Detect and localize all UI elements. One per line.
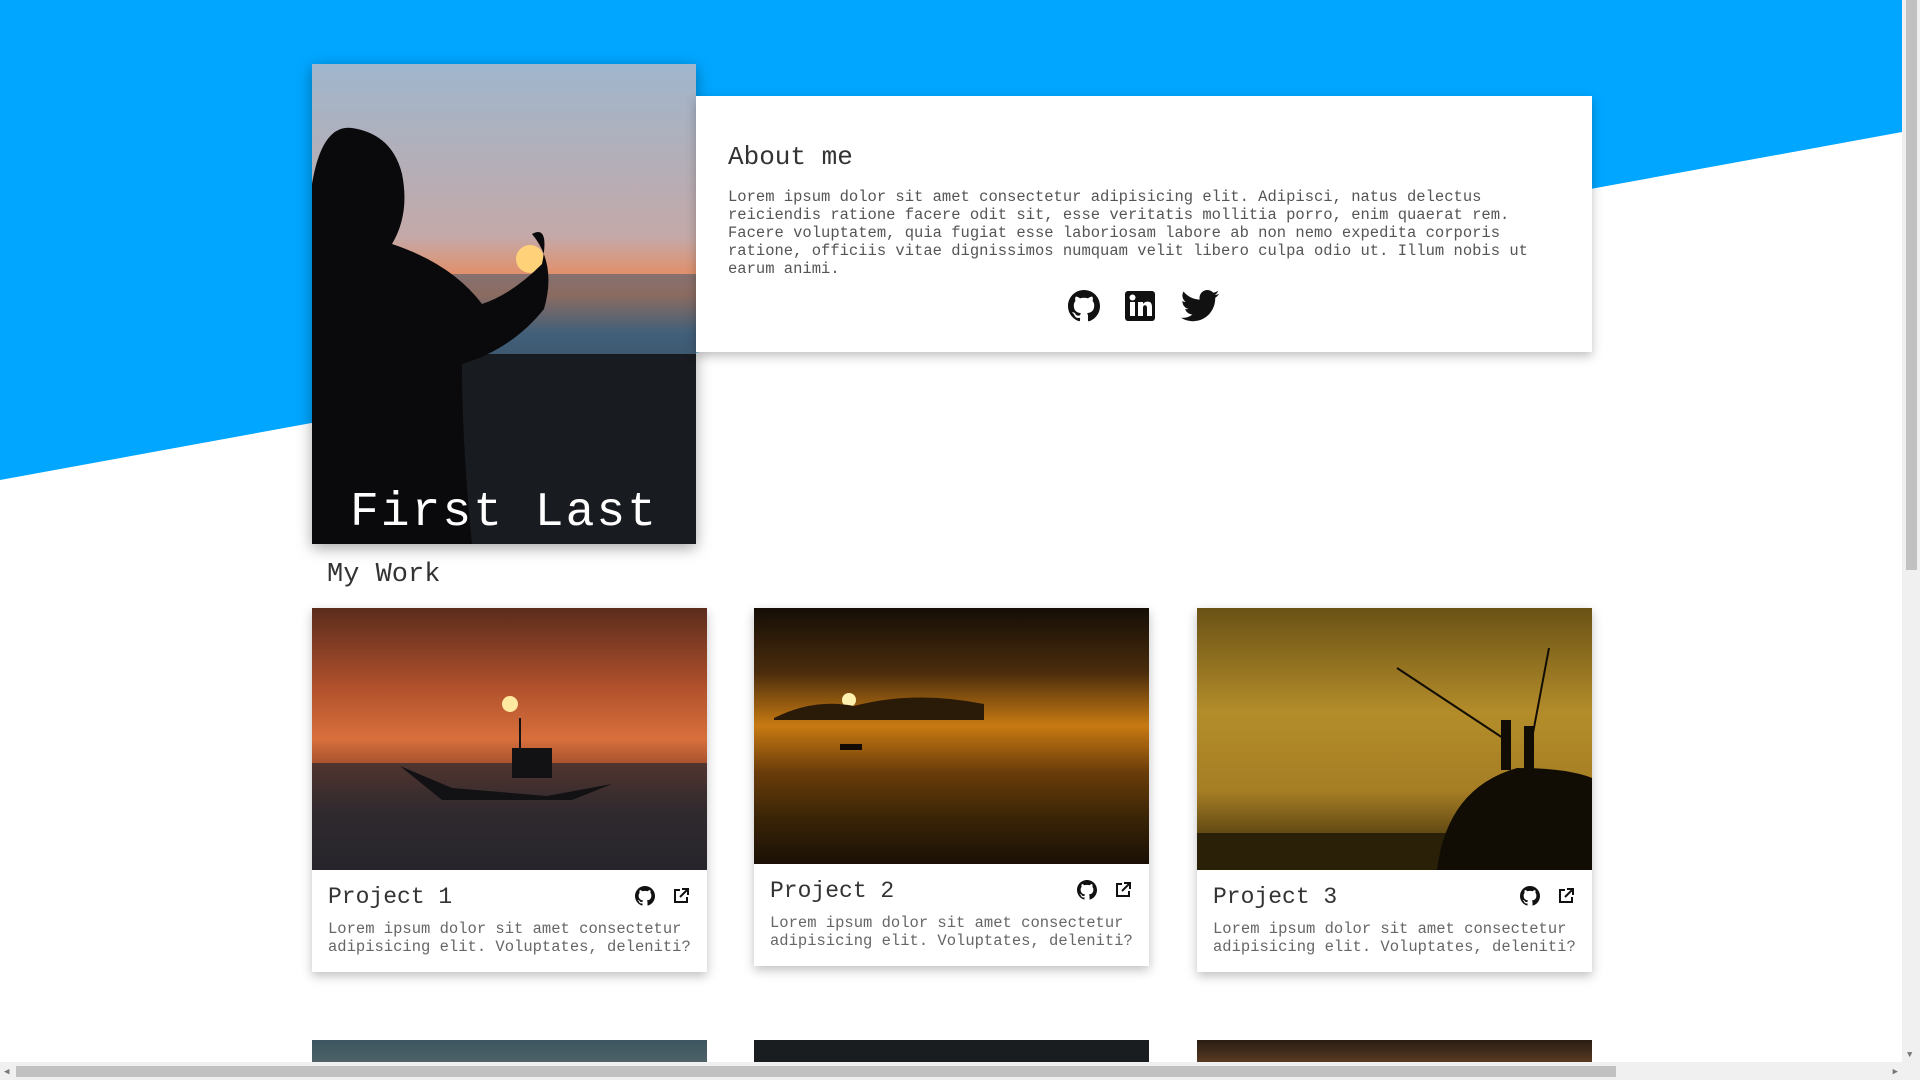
project-2-image xyxy=(754,608,1149,864)
vertical-scrollbar[interactable]: ▼ xyxy=(1902,0,1920,1080)
about-card: About me Lorem ipsum dolor sit amet cons… xyxy=(696,96,1592,352)
project-2-links xyxy=(1077,880,1133,905)
project-3-links xyxy=(1520,886,1576,911)
github-icon[interactable] xyxy=(635,886,656,911)
social-links xyxy=(728,290,1560,327)
profile-photo: First Last xyxy=(312,64,696,544)
project-2-description: Lorem ipsum dolor sit amet consectetur a… xyxy=(770,914,1133,950)
linkedin-icon[interactable] xyxy=(1124,290,1156,327)
project-card-2: Project 2 Lorem ipsum dolor sit amet con… xyxy=(754,608,1149,966)
project-2-body: Project 2 Lorem ipsum dolor sit amet con… xyxy=(754,864,1149,966)
project-card-1: Project 1 Lorem ipsum dolor sit amet con… xyxy=(312,608,707,972)
scroll-left-icon[interactable]: ◀ xyxy=(4,1067,9,1077)
horizontal-scrollbar[interactable]: ◀ ▶ xyxy=(0,1062,1902,1080)
scroll-down-icon[interactable]: ▼ xyxy=(1907,1050,1912,1060)
project-3-description: Lorem ipsum dolor sit amet consectetur a… xyxy=(1213,920,1576,956)
profile-name: First Last xyxy=(349,486,659,540)
project-card-3: Project 3 Lorem ipsum dolor sit amet con… xyxy=(1197,608,1592,972)
my-work-title: My Work xyxy=(327,560,441,590)
github-icon[interactable] xyxy=(1520,886,1541,911)
project-1-links xyxy=(635,886,691,911)
profile-silhouette xyxy=(312,127,696,544)
external-link-icon[interactable] xyxy=(1556,886,1576,911)
horizontal-scroll-thumb[interactable] xyxy=(16,1066,1616,1077)
project-3-body: Project 3 Lorem ipsum dolor sit amet con… xyxy=(1197,870,1592,972)
external-link-icon[interactable] xyxy=(1113,880,1133,905)
scroll-right-icon[interactable]: ▶ xyxy=(1893,1067,1898,1077)
project-1-image xyxy=(312,608,707,870)
project-3-image xyxy=(1197,608,1592,870)
github-icon[interactable] xyxy=(1068,290,1101,327)
project-1-description: Lorem ipsum dolor sit amet consectetur a… xyxy=(328,920,691,956)
github-icon[interactable] xyxy=(1077,880,1098,905)
external-link-icon[interactable] xyxy=(671,886,691,911)
about-title: About me xyxy=(728,142,853,172)
vertical-scroll-thumb[interactable] xyxy=(1906,0,1917,570)
project-1-body: Project 1 Lorem ipsum dolor sit amet con… xyxy=(312,870,707,972)
twitter-icon[interactable] xyxy=(1180,290,1220,327)
about-text: Lorem ipsum dolor sit amet consectetur a… xyxy=(728,188,1528,278)
